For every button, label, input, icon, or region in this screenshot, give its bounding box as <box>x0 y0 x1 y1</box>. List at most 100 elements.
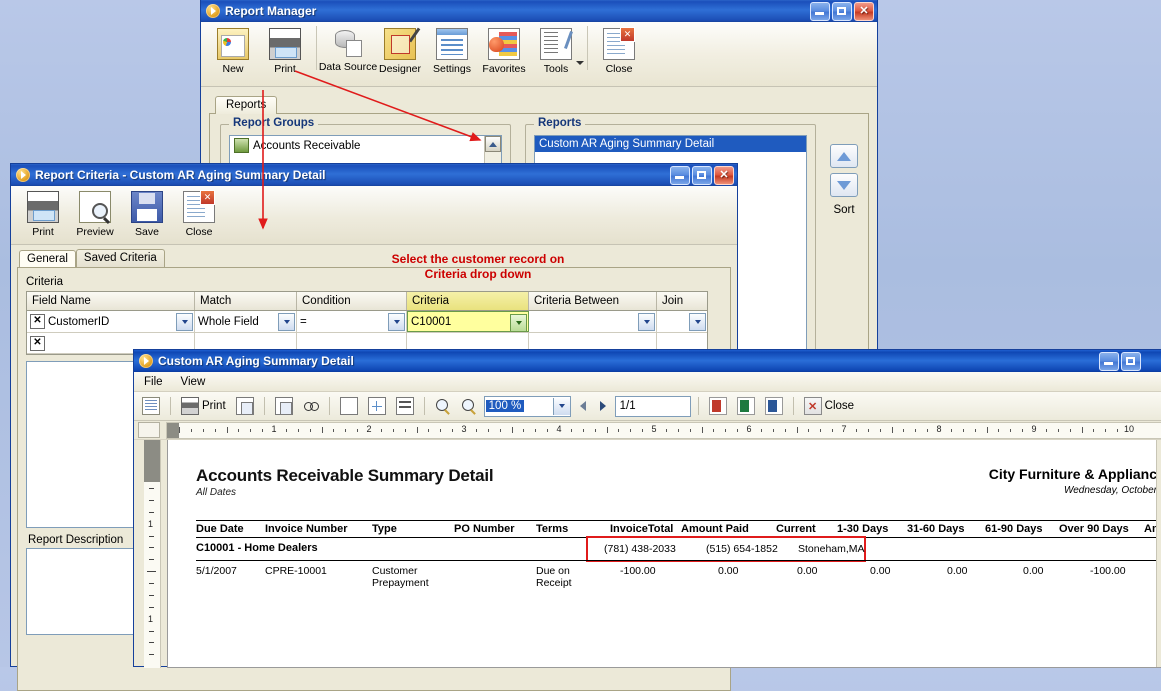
close-button[interactable]: ✕ <box>854 1 874 21</box>
viewer-close-label: Close <box>824 400 855 412</box>
vertical-ruler[interactable]: 11 <box>144 440 161 668</box>
export-word-button[interactable] <box>762 395 786 417</box>
toolbar-data-source[interactable]: Data Source <box>319 26 377 73</box>
page-number-input[interactable]: 1/1 <box>614 395 691 417</box>
tab-saved-criteria[interactable]: Saved Criteria <box>75 249 165 267</box>
report-vertical-scrollbar[interactable] <box>1156 440 1161 667</box>
single-page-icon <box>339 397 358 415</box>
criteria-toolbar-close[interactable]: Close <box>173 189 225 238</box>
cell-criteria-between[interactable] <box>529 311 657 332</box>
cell-match[interactable]: Whole Field <box>195 311 297 332</box>
toolbar-close[interactable]: Close <box>593 26 645 75</box>
criteria-dropdown[interactable] <box>510 314 527 332</box>
list-item[interactable]: Custom AR Aging Summary Detail <box>535 136 806 152</box>
criteria-list-area[interactable] <box>26 361 148 528</box>
ruler-corner-box[interactable] <box>138 422 160 438</box>
col-due-date: Due Date <box>196 523 244 535</box>
next-page-button[interactable] <box>595 397 611 415</box>
cell-join[interactable] <box>657 311 707 332</box>
new-report-icon <box>217 28 249 60</box>
report-viewer-main: 11 Accounts Receivable Summary Detail Al… <box>134 440 1161 668</box>
print-button[interactable]: Print <box>178 395 229 417</box>
multi-page-button[interactable] <box>365 395 389 417</box>
report-viewer-menubar: File View <box>134 372 1161 392</box>
toolbar-settings[interactable]: Settings <box>426 26 478 75</box>
ruler-tick <box>689 428 691 432</box>
tab-reports[interactable]: Reports <box>215 96 278 114</box>
delete-row-icon[interactable]: ✕ <box>30 335 45 351</box>
report-criteria-window-controls: ✕ <box>670 165 737 185</box>
report-description-box[interactable] <box>26 548 148 635</box>
maximize-button[interactable] <box>692 165 712 185</box>
zoom-dropdown-button[interactable] <box>552 397 570 415</box>
copy-button[interactable] <box>272 395 296 417</box>
document-outline-button[interactable] <box>139 395 163 417</box>
ruler-tick <box>832 428 834 432</box>
criteria-toolbar-save[interactable]: Save <box>121 189 173 238</box>
report-header: Accounts Receivable Summary Detail All D… <box>168 440 1161 498</box>
toolbar-tools[interactable]: Tools <box>530 26 584 75</box>
export-pdf-button[interactable] <box>706 395 730 417</box>
match-dropdown[interactable] <box>278 313 295 331</box>
zoom-select[interactable]: 100 % <box>483 395 571 417</box>
criteria-between-dropdown[interactable] <box>638 313 655 331</box>
minimize-button[interactable] <box>670 165 690 185</box>
ruler-margin-thumb[interactable] <box>167 422 179 438</box>
preview-magnifier-icon <box>79 191 111 223</box>
ruler-tick <box>487 428 489 432</box>
toolbar-new[interactable]: New <box>207 26 259 75</box>
cell-condition[interactable]: = <box>297 311 407 332</box>
zoom-out-button[interactable] <box>432 395 454 417</box>
column-header-field-name: Field Name <box>27 292 195 310</box>
cell-over-90-days: -100.00 <box>1090 565 1126 577</box>
ruler-number: 4 <box>556 423 562 434</box>
toolbar-close-label: Close <box>605 63 633 75</box>
sort-up-button[interactable] <box>830 144 858 168</box>
ruler-tick <box>606 426 608 433</box>
cell-field-name[interactable]: ✕ CustomerID <box>27 311 195 332</box>
maximize-button[interactable] <box>832 1 852 21</box>
sort-down-button[interactable] <box>830 173 858 197</box>
tab-general[interactable]: General <box>19 250 76 268</box>
minimize-button[interactable] <box>1099 351 1119 371</box>
prev-page-button[interactable] <box>575 397 591 415</box>
scroll-up-button[interactable] <box>485 136 501 152</box>
menu-file[interactable]: File <box>144 376 163 388</box>
maximize-button[interactable] <box>1121 351 1141 371</box>
list-item[interactable]: Accounts Receivable <box>230 136 501 155</box>
export-excel-button[interactable] <box>734 395 758 417</box>
toolbar-favorites[interactable]: Favorites <box>478 26 530 75</box>
toolbar-designer[interactable]: Designer <box>374 26 426 75</box>
close-button[interactable]: ✕ <box>714 165 734 185</box>
criteria-toolbar-preview[interactable]: Preview <box>69 189 121 238</box>
ruler-tick <box>511 426 513 433</box>
cell-criteria[interactable]: C10001 <box>407 311 529 332</box>
field-name-dropdown[interactable] <box>176 313 193 331</box>
vertical-ruler-thumb[interactable] <box>144 440 160 482</box>
delete-row-icon[interactable]: ✕ <box>30 314 45 329</box>
join-dropdown[interactable] <box>689 313 706 331</box>
ruler-tick <box>1093 428 1095 432</box>
minimize-button[interactable] <box>810 1 830 21</box>
column-header-join: Join <box>662 295 684 307</box>
condition-dropdown[interactable] <box>388 313 405 331</box>
menu-view[interactable]: View <box>181 376 206 388</box>
zoom-in-button[interactable] <box>458 395 480 417</box>
toolbar-print[interactable]: Print <box>259 26 311 75</box>
continuous-page-button[interactable] <box>393 395 417 417</box>
ruler-tick <box>879 428 881 432</box>
ruler-tick <box>238 428 240 432</box>
horizontal-ruler[interactable]: 1 2 3 4 5 6 7 8 9 10 <box>166 421 1161 439</box>
single-page-button[interactable] <box>337 395 361 417</box>
ruler-tick <box>927 428 929 432</box>
chevron-down-icon[interactable] <box>576 61 584 65</box>
chevron-down-icon <box>643 320 650 324</box>
report-groups-legend: Report Groups <box>229 117 319 129</box>
ruler-tick <box>285 428 287 432</box>
page-setup-button[interactable] <box>233 395 257 417</box>
viewer-close-button[interactable]: ✕ Close <box>801 395 857 417</box>
ruler-tick <box>784 428 786 432</box>
criteria-toolbar-print[interactable]: Print <box>17 189 69 238</box>
ruler-tick <box>1081 426 1083 433</box>
find-button[interactable] <box>300 395 322 417</box>
